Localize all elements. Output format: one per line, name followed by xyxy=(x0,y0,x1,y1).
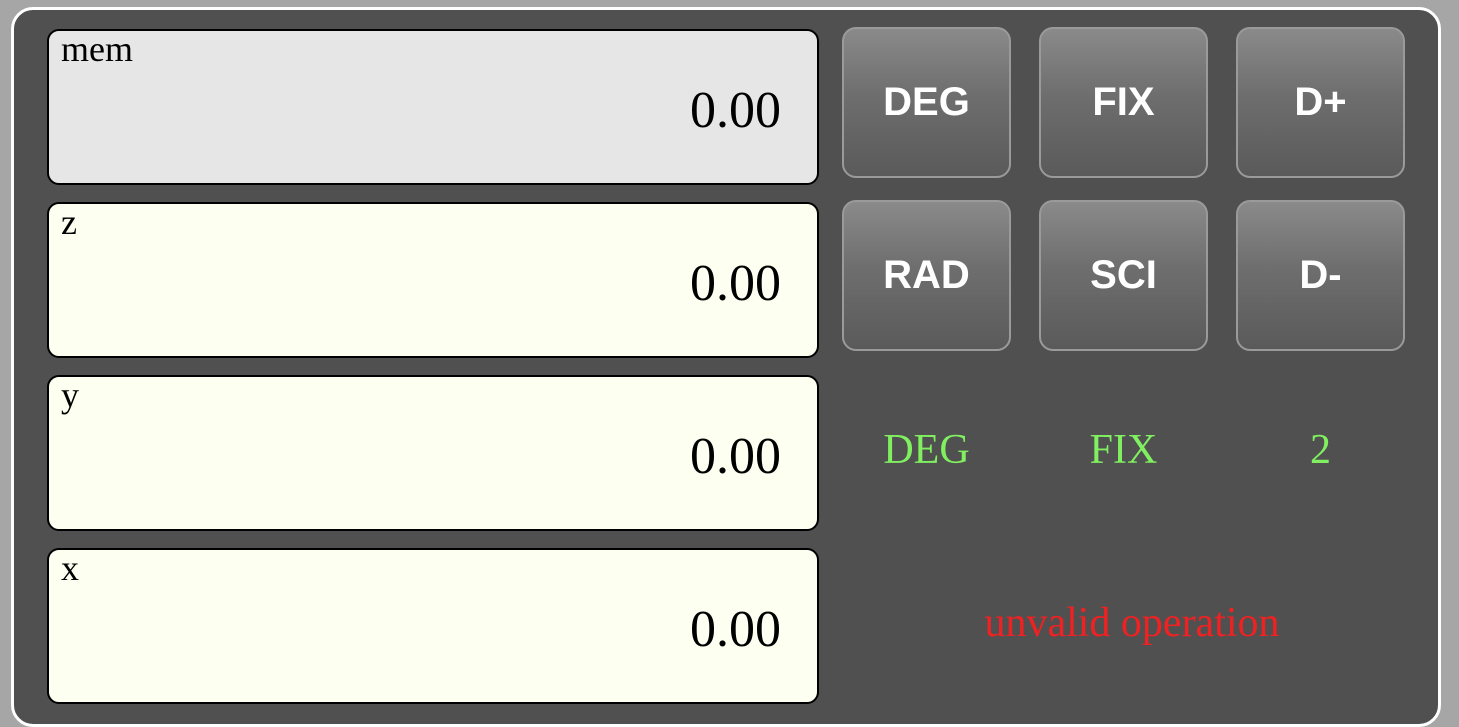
register-z-value: 0.00 xyxy=(690,255,781,312)
digits-plus-button[interactable]: D+ xyxy=(1236,27,1405,178)
register-y-value: 0.00 xyxy=(690,428,781,485)
register-y: y 0.00 xyxy=(47,375,819,531)
sci-button[interactable]: SCI xyxy=(1039,200,1208,351)
register-z-label: z xyxy=(61,202,77,242)
register-mem-value: 0.00 xyxy=(690,82,781,139)
digits-minus-button[interactable]: D- xyxy=(1236,200,1405,351)
error-message: unvalid operation xyxy=(984,600,1280,646)
deg-button[interactable]: DEG xyxy=(842,27,1011,178)
digits-indicator: 2 xyxy=(1310,427,1331,473)
register-z: z 0.00 xyxy=(47,202,819,358)
register-mem-label: mem xyxy=(61,29,133,69)
register-x-label: x xyxy=(61,548,79,588)
rad-button[interactable]: RAD xyxy=(842,200,1011,351)
fix-button[interactable]: FIX xyxy=(1039,27,1208,178)
register-mem: mem 0.00 xyxy=(47,29,819,185)
register-y-label: y xyxy=(61,375,79,415)
display-mode-indicator: FIX xyxy=(1089,427,1158,473)
register-x: x 0.00 xyxy=(47,548,819,704)
register-x-value: 0.00 xyxy=(690,601,781,658)
angle-mode-indicator: DEG xyxy=(883,427,970,473)
